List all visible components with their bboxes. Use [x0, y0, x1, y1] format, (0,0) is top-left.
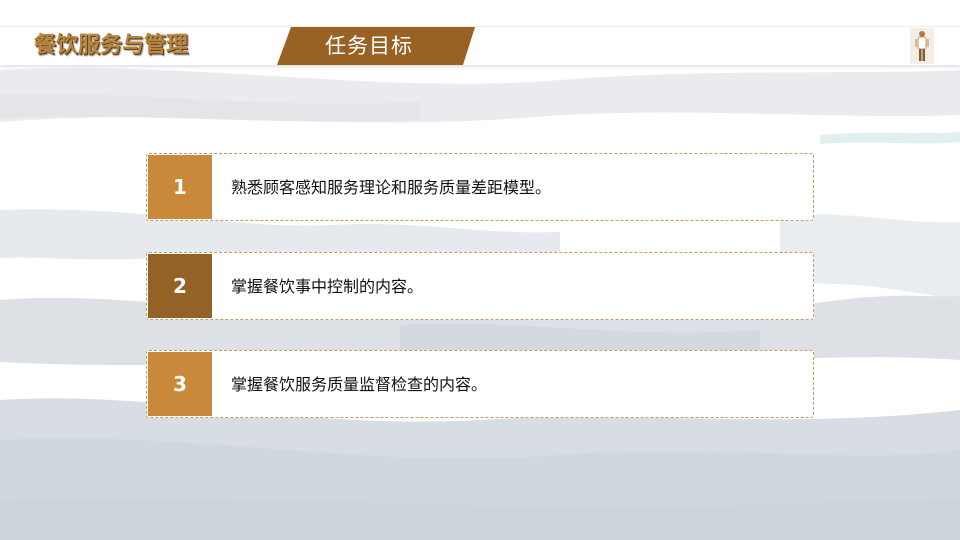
- objective-card-2: 2 掌握餐饮事中控制的内容。: [146, 252, 814, 320]
- objective-number-1: 1: [148, 155, 212, 219]
- objective-text-1: 熟悉顾客感知服务理论和服务质量差距模型。: [231, 178, 552, 197]
- objective-text-3: 掌握餐饮服务质量监督检查的内容。: [231, 375, 488, 394]
- objective-card-3: 3 掌握餐饮服务质量监督检查的内容。: [146, 350, 814, 418]
- course-title: 餐饮服务与管理: [34, 33, 189, 58]
- section-title-tab: 任务目标: [277, 27, 475, 65]
- section-title: 任务目标: [325, 34, 413, 58]
- objective-number-2: 2: [148, 254, 212, 318]
- objective-number-3: 3: [148, 352, 212, 416]
- header-bar: 餐饮服务与管理 任务目标: [0, 26, 960, 65]
- objective-card-1: 1 熟悉顾客感知服务理论和服务质量差距模型。: [146, 153, 814, 221]
- chef-figure-icon: [910, 28, 934, 64]
- objective-text-2: 掌握餐饮事中控制的内容。: [231, 277, 424, 296]
